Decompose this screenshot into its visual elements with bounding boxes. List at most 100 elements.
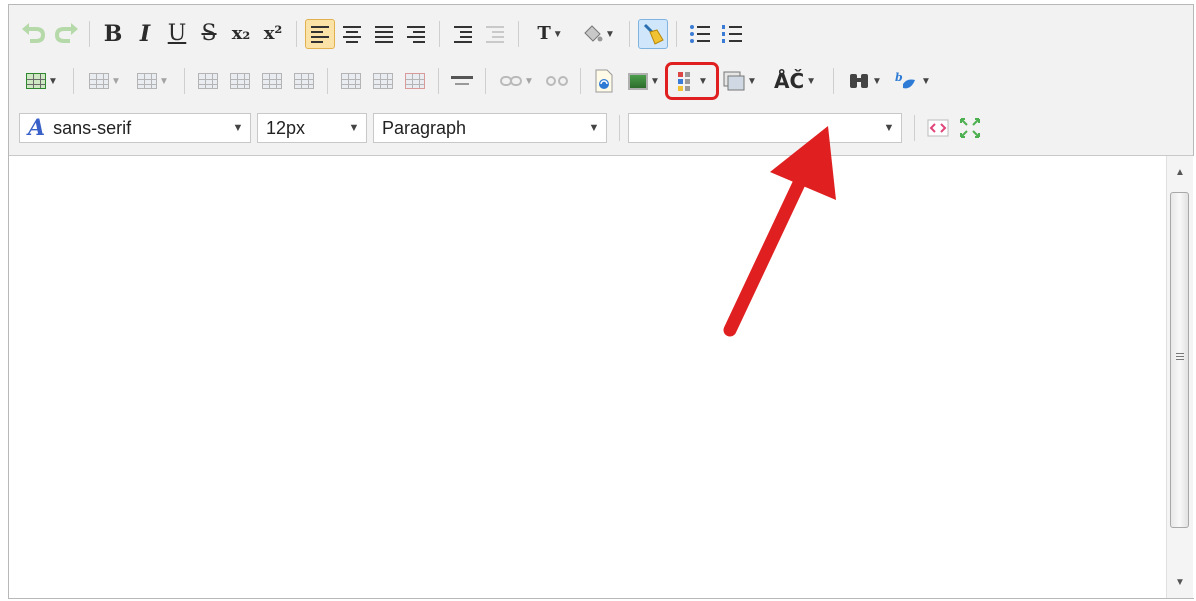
underline-button[interactable]: U	[162, 19, 192, 49]
chevron-down-icon: ▼	[605, 28, 615, 40]
unlink-button[interactable]	[542, 66, 572, 96]
text-color-button[interactable]: T ▼	[527, 19, 573, 49]
toolbar-row-2: ▼ ▼ ▼ ▼ ▼ ▼ ▼ ÅČ ▼ ▼ b ▼	[19, 62, 938, 100]
scroll-thumb[interactable]	[1170, 192, 1189, 528]
italic-button[interactable]: I	[130, 19, 160, 49]
align-center-icon	[343, 25, 361, 43]
chevron-down-icon: ▼	[872, 75, 882, 87]
template-icon	[678, 72, 691, 91]
fullscreen-button[interactable]	[955, 113, 985, 143]
bullet-list-button[interactable]	[685, 19, 715, 49]
insert-col-after-button[interactable]	[289, 66, 319, 96]
superscript-button[interactable]: x²	[258, 19, 288, 49]
chevron-down-icon: ▼	[747, 75, 757, 87]
insert-template-button[interactable]: ▼	[665, 62, 719, 100]
chevron-down-icon: ▼	[698, 75, 708, 87]
separator	[580, 68, 581, 94]
scroll-down-icon[interactable]: ▼	[1167, 570, 1193, 594]
separator	[619, 115, 620, 141]
find-replace-button[interactable]: ▼	[842, 66, 888, 96]
italic-icon: I	[139, 21, 151, 47]
horizontal-rule-icon	[451, 76, 473, 85]
undo-button[interactable]	[19, 19, 49, 49]
numbered-list-button[interactable]	[717, 19, 747, 49]
align-right-button[interactable]	[401, 19, 431, 49]
separator	[833, 68, 834, 94]
cell-properties-button[interactable]: ▼	[130, 66, 176, 96]
delete-table-button[interactable]	[400, 66, 430, 96]
insert-col-before-icon	[262, 73, 282, 89]
fullscreen-icon	[960, 118, 980, 138]
insert-col-after-icon	[294, 73, 314, 89]
toolbar-row-1: B I U S x₂ x² T ▼ ▼	[19, 17, 749, 51]
block-format-select[interactable]: Paragraph ▼	[373, 113, 607, 143]
insert-row-before-button[interactable]	[193, 66, 223, 96]
separator	[327, 68, 328, 94]
numbered-list-icon	[722, 25, 742, 43]
superscript-icon: x²	[263, 23, 283, 44]
redo-button[interactable]	[51, 19, 81, 49]
delete-row-button[interactable]	[336, 66, 366, 96]
font-icon: A	[28, 115, 46, 141]
delete-col-button[interactable]	[368, 66, 398, 96]
bullet-list-icon	[690, 25, 710, 43]
background-color-button[interactable]: ▼	[575, 19, 621, 49]
chevron-down-icon: ▼	[588, 122, 600, 134]
align-center-button[interactable]	[337, 19, 367, 49]
special-characters-label: ÅČ	[773, 69, 805, 93]
insert-col-before-button[interactable]	[257, 66, 287, 96]
scroll-up-icon[interactable]: ▲	[1167, 160, 1193, 184]
chevron-down-icon: ▼	[232, 122, 244, 134]
editor-content-area[interactable]	[9, 156, 1195, 598]
toolbar: B I U S x₂ x² T ▼ ▼ ▼ ▼ ▼ ▼ ▼ ▼ ▼ ÅČ ▼ ▼…	[9, 5, 1193, 156]
separator	[629, 21, 630, 47]
align-justify-button[interactable]	[369, 19, 399, 49]
indent-button[interactable]	[448, 19, 478, 49]
insert-table-button[interactable]: ▼	[19, 66, 65, 96]
strikethrough-button[interactable]: S	[194, 19, 224, 49]
separator	[676, 21, 677, 47]
indent-icon	[454, 25, 472, 43]
outdent-button[interactable]	[480, 19, 510, 49]
insert-file-button[interactable]	[589, 66, 619, 96]
paint-bucket-icon	[584, 25, 603, 42]
chevron-down-icon: ▼	[111, 75, 121, 87]
insert-image-button[interactable]: ▼	[621, 66, 667, 96]
insert-row-after-button[interactable]	[225, 66, 255, 96]
chevron-down-icon: ▼	[650, 75, 660, 87]
insert-link-button[interactable]: ▼	[494, 66, 540, 96]
separator	[89, 21, 90, 47]
redo-icon	[54, 23, 78, 43]
font-size-value: 12px	[266, 117, 306, 138]
source-code-button[interactable]	[923, 113, 953, 143]
image-icon	[628, 72, 649, 90]
subscript-button[interactable]: x₂	[226, 19, 256, 49]
special-characters-button[interactable]: ÅČ ▼	[765, 66, 825, 96]
chevron-down-icon: ▼	[524, 75, 534, 87]
font-family-select[interactable]: A sans-serif ▼	[19, 113, 251, 143]
align-left-icon	[311, 25, 329, 43]
font-size-select[interactable]: 12px ▼	[257, 113, 367, 143]
bold-button[interactable]: B	[98, 19, 128, 49]
chevron-down-icon: ▼	[552, 28, 563, 40]
separator	[296, 21, 297, 47]
vertical-scrollbar[interactable]: ▲ ▼	[1166, 156, 1193, 598]
delete-col-icon	[373, 73, 393, 89]
undo-icon	[22, 23, 46, 43]
block-format-value: Paragraph	[382, 117, 467, 138]
separator	[184, 68, 185, 94]
separator	[73, 68, 74, 94]
align-left-button[interactable]	[305, 19, 335, 49]
separator	[518, 21, 519, 47]
separator	[438, 68, 439, 94]
spellcheck-button[interactable]: b ▼	[890, 66, 936, 96]
underline-icon: U	[167, 21, 187, 46]
link-icon	[500, 76, 523, 86]
chevron-down-icon: ▼	[159, 75, 169, 87]
table-properties-button[interactable]: ▼	[82, 66, 128, 96]
media-button[interactable]: ▼	[717, 66, 763, 96]
horizontal-rule-button[interactable]	[447, 66, 477, 96]
clear-formatting-button[interactable]	[638, 19, 668, 49]
separator	[485, 68, 486, 94]
outdent-icon	[486, 25, 504, 43]
